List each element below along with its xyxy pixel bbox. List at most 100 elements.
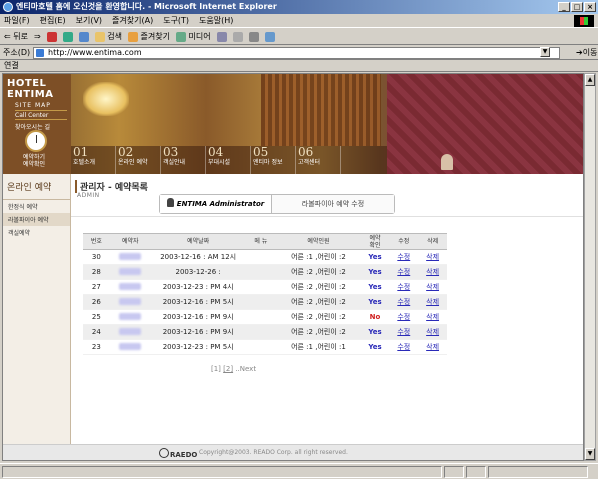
nav-item-facilities[interactable]: 04 부대시설 [206, 146, 251, 174]
cell-people-value: 어른 :1 ,어린이 :1 [291, 343, 346, 351]
cell-edit-link-value[interactable]: 수정 [397, 268, 410, 276]
cell-people-value: 어른 :2 ,어린이 :2 [291, 268, 346, 276]
cell-delete-link: 삭제 [418, 339, 447, 355]
back-button[interactable]: ⇐ 뒤로 [4, 31, 28, 42]
home-icon[interactable] [78, 31, 89, 42]
cell-delete-link-value[interactable]: 삭제 [426, 328, 439, 336]
status-cell [444, 466, 464, 478]
ie-icon [3, 2, 13, 12]
media-button[interactable]: 미디어 [175, 31, 211, 42]
menu-view[interactable]: 보기(V) [76, 15, 102, 26]
menu-edit[interactable]: 편집(E) [40, 15, 66, 26]
edit-icon[interactable] [264, 31, 275, 42]
cell-people-value: 어른 :2 ,어린이 :2 [291, 313, 346, 321]
cell-delete-link: 삭제 [418, 249, 447, 265]
menu-favorites[interactable]: 즐겨찾기(A) [112, 15, 153, 26]
cell-confirm-value[interactable]: Yes [368, 253, 381, 261]
go-button[interactable]: ➔이동 [576, 47, 597, 58]
sidebar-item-laboppaia[interactable]: 라볼파이아 예약 [3, 213, 70, 226]
cell-delete-link-value[interactable]: 삭제 [426, 268, 439, 276]
cell-edit-link-value[interactable]: 수정 [397, 328, 410, 336]
cell-delete-link: 삭제 [418, 294, 447, 310]
cell-delete-link-value[interactable]: 삭제 [426, 283, 439, 291]
col-people: 예약인원 [276, 233, 361, 250]
cell-confirm-value[interactable]: Yes [368, 283, 381, 291]
print-icon[interactable] [248, 31, 259, 42]
cell-date-value: 2003-12-16 : AM 12시 [160, 253, 237, 261]
sidebar-item-rooms[interactable]: 객실예약 [3, 226, 70, 239]
cell-people: 어른 :2 ,어린이 :2 [276, 279, 361, 295]
site-map-link[interactable]: SITE MAP [15, 102, 67, 111]
col-date: 예약날짜 [150, 233, 246, 250]
cell-date-value: 2003-12-26 : [175, 268, 221, 276]
search-button[interactable]: 검색 [94, 31, 122, 42]
close-button[interactable]: × [584, 2, 596, 12]
menu-bar: 파일(F) 편집(E) 보기(V) 즐겨찾기(A) 도구(T) 도움말(H) [0, 14, 598, 28]
sidebar-item-korean-restaurant[interactable]: 한정식 예약 [3, 200, 70, 213]
menu-help[interactable]: 도움말(H) [199, 15, 233, 26]
col-confirm: 예약 확인 [360, 233, 390, 250]
history-icon[interactable] [216, 31, 227, 42]
find-way-link[interactable]: 찾아오시는 길 [15, 122, 67, 131]
cell-delete-link-value[interactable]: 삭제 [426, 343, 439, 351]
cell-edit-link-value[interactable]: 수정 [397, 313, 410, 321]
pagination: [1] [2] ..Next [211, 365, 256, 373]
call-center-link[interactable]: Call Center [15, 112, 67, 120]
status-bar [0, 463, 598, 479]
menu-file[interactable]: 파일(F) [4, 15, 30, 26]
links-bar[interactable]: 연결 [0, 60, 598, 72]
nav-item-hotel-intro[interactable]: 01 호텔소개 [71, 146, 116, 174]
nav-item-rooms[interactable]: 03 객실안내 [161, 146, 206, 174]
reserve-links[interactable]: 예약하기 예약확인 [23, 154, 45, 168]
cell-edit-link-value[interactable]: 수정 [397, 298, 410, 306]
table-row: 23 2003-12-23 : PM 5시 어른 :1 ,어린이 :1 Yes 수정 삭제 [83, 339, 447, 355]
hotel-logo[interactable]: HOTEL ENTIMA [7, 78, 53, 100]
cell-confirm: Yes [360, 294, 390, 310]
tab-edit-reservation[interactable]: 라볼파이아 예약 수정 [272, 195, 394, 213]
scroll-up-icon[interactable]: ▲ [585, 74, 595, 86]
url-input[interactable]: http://www.entima.com [33, 46, 560, 59]
cell-people: 어른 :2 ,어린이 :2 [276, 324, 361, 340]
nav-item-online-reservation[interactable]: 02 온라인 예약 [116, 146, 161, 174]
cell-edit-link-value[interactable]: 수정 [397, 283, 410, 291]
refresh-icon[interactable] [62, 31, 73, 42]
cell-delete-link-value[interactable]: 삭제 [426, 253, 439, 261]
cell-delete-link-value[interactable]: 삭제 [426, 313, 439, 321]
scroll-down-icon[interactable]: ▼ [585, 448, 595, 460]
menu-tools[interactable]: 도구(T) [163, 15, 189, 26]
cell-confirm-value[interactable]: Yes [368, 343, 381, 351]
nav-item-entima-info[interactable]: 05 엔티마 정보 [251, 146, 296, 174]
mail-icon[interactable] [232, 31, 243, 42]
cell-confirm-value[interactable]: Yes [368, 268, 381, 276]
hotel-banner: HOTEL ENTIMA SITE MAP Call Center 찾아오시는 … [3, 74, 583, 174]
favorites-button[interactable]: 즐겨찾기 [127, 31, 170, 42]
cell-edit-link: 수정 [389, 249, 419, 265]
cell-edit-link: 수정 [389, 309, 419, 325]
page-viewport: HOTEL ENTIMA SITE MAP Call Center 찾아오시는 … [2, 73, 584, 461]
next-page-link[interactable]: ..Next [235, 365, 256, 373]
page-1-link[interactable]: [1] [211, 365, 221, 373]
nav-item-customer-center[interactable]: 06 고객센터 [296, 146, 341, 174]
cell-menu [245, 294, 277, 310]
cell-date: 2003-12-16 : AM 12시 [150, 249, 246, 265]
maximize-button[interactable]: □ [571, 2, 583, 12]
page-2-link[interactable]: [2] [223, 365, 233, 373]
cell-delete-link-value[interactable]: 삭제 [426, 298, 439, 306]
cell-booker [109, 339, 151, 355]
stop-icon[interactable] [46, 31, 57, 42]
forward-button[interactable]: ⇒ [34, 32, 41, 41]
cell-edit-link-value[interactable]: 수정 [397, 343, 410, 351]
cell-confirm-value[interactable]: No [370, 313, 381, 321]
minimize-button[interactable]: _ [558, 2, 570, 12]
cell-edit-link-value[interactable]: 수정 [397, 253, 410, 261]
col-menu: 메 뉴 [245, 233, 277, 250]
cell-date: 2003-12-26 : [150, 264, 246, 280]
main-nav: 01 호텔소개 02 온라인 예약 03 객실안내 04 부대시설 05 엔티마 정보 0… [71, 146, 387, 174]
raedo-logo: RAEDO [159, 448, 197, 459]
vertical-scrollbar[interactable]: ▲ ▼ [584, 73, 596, 461]
url-dropdown-icon[interactable]: ▼ [540, 47, 550, 57]
cell-confirm-value[interactable]: Yes [368, 298, 381, 306]
cell-menu [245, 264, 277, 280]
tab-administrator[interactable]: ENTIMA Administrator [160, 195, 272, 213]
cell-confirm-value[interactable]: Yes [368, 328, 381, 336]
